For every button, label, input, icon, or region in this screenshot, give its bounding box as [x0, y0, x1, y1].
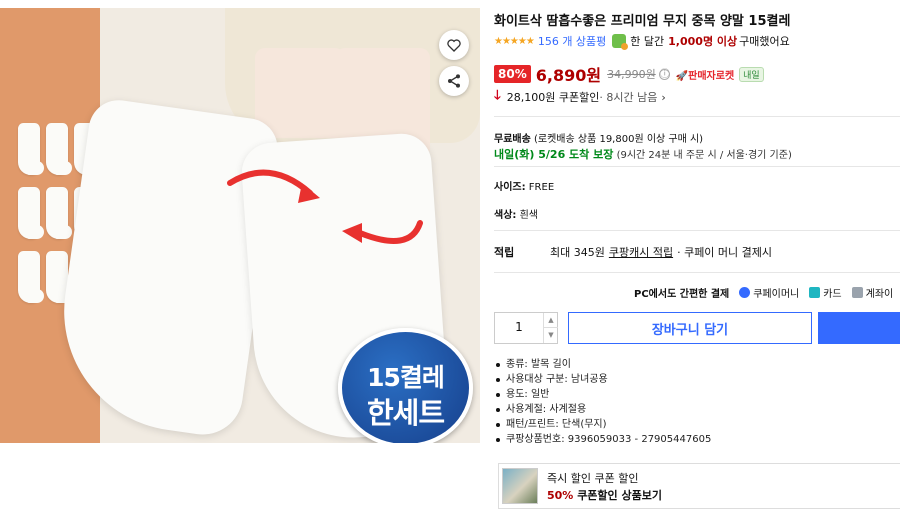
- divider: [494, 116, 900, 117]
- arrival-note: (9시간 24분 내 주문 시 / 서울·경기 기준): [616, 150, 792, 161]
- product-info-panel: 화이트삭 땀흡수좋은 프리미엄 무지 중목 양말 15켤레 ★★★★★ 156 …: [494, 0, 900, 518]
- tomorrow-chip: 내일: [739, 66, 764, 82]
- down-arrow-icon: 🡓: [494, 88, 501, 103]
- heart-icon: [447, 39, 461, 52]
- quantity-up-button[interactable]: ▲: [543, 313, 558, 328]
- discount-badge: 80%: [494, 65, 531, 83]
- chevron-right-icon: ›: [661, 90, 666, 104]
- banner-line1: 즉시 할인 쿠폰 할인: [547, 472, 639, 485]
- pc-payment-label: PC에서도 간편한 결제: [634, 289, 730, 300]
- spec-item: 종류: 발목 길이: [494, 357, 711, 372]
- rating-row: ★★★★★ 156 개 상품평 한 달간 1,000명 이상 구매했어요: [494, 33, 790, 50]
- product-image[interactable]: 15켤레 한세트: [0, 8, 480, 443]
- spec-list: 종류: 발목 길이 사용대상 구분: 남녀공용 용도: 일반 사용계절: 사계절…: [494, 357, 711, 447]
- payment-method-1: 쿠페이머니: [753, 289, 800, 300]
- spec-item: 사용대상 구분: 남녀공용: [494, 372, 711, 387]
- coupon-row[interactable]: 🡓 28,100원 쿠폰할인 · 8시간 남음 ›: [494, 86, 666, 108]
- banner-percent: 50%: [547, 489, 574, 502]
- arrival-eta: 내일(화) 5/26 도착 보장: [494, 148, 614, 161]
- arrival-row: 내일(화) 5/26 도착 보장 (9시간 24분 내 주문 시 / 서울·경기…: [494, 146, 792, 162]
- share-button[interactable]: [439, 66, 469, 96]
- sale-price: 6,890원: [535, 66, 602, 85]
- quantity-value[interactable]: 1: [495, 320, 543, 334]
- add-to-cart-button[interactable]: 장바구니 담기: [568, 312, 812, 344]
- coupon-time-left: · 8시간 남음: [599, 91, 658, 104]
- payment-method-3: 계좌이: [865, 289, 894, 300]
- card-icon: [809, 287, 821, 298]
- banner-thumbnail: [502, 468, 538, 504]
- banner-link-text[interactable]: 쿠폰할인 상품보기: [577, 489, 662, 502]
- quantity-down-button[interactable]: ▼: [543, 328, 558, 343]
- points-link[interactable]: 쿠팡캐시 적립: [609, 244, 673, 260]
- divider: [494, 166, 900, 167]
- divider: [494, 272, 900, 273]
- points-label: 적립: [494, 246, 515, 259]
- original-price: 34,990원: [607, 68, 656, 81]
- spec-item: 용도: 일반: [494, 387, 711, 402]
- stretch-arrows: [227, 169, 423, 244]
- info-icon[interactable]: ⓘ: [658, 68, 670, 80]
- badge-line1: 15켤레: [367, 363, 445, 392]
- share-icon: [448, 74, 460, 88]
- product-title: 화이트삭 땀흡수좋은 프리미엄 무지 중목 양말 15켤레: [494, 14, 791, 29]
- price-row: 80% 6,890원 34,990원 ⓘ 🚀판매자로켓 내일: [494, 62, 764, 86]
- review-count-link[interactable]: 156 개 상품평: [538, 33, 606, 49]
- seller-rocket-label: 🚀판매자로켓: [675, 70, 735, 82]
- points-row: 적립 최대 345원 쿠팡캐시 적립 · 쿠페이 머니 결제시: [494, 244, 772, 260]
- spec-item: 사용계절: 사계절용: [494, 402, 711, 417]
- coupon-amount: 28,100원 쿠폰할인: [506, 91, 600, 104]
- points-suffix: · 쿠페이 머니 결제시: [677, 246, 773, 259]
- size-option[interactable]: 사이즈: FREE: [494, 178, 554, 193]
- bank-icon: [851, 287, 863, 298]
- points-text: 최대 345원: [550, 246, 605, 259]
- leg-left: [255, 48, 345, 138]
- favorite-button[interactable]: [439, 30, 469, 60]
- set-count-badge: 15켤레 한세트: [338, 328, 473, 443]
- spec-item: 패턴/프린트: 단색(무지): [494, 417, 711, 432]
- coupon-banner[interactable]: 즉시 할인 쿠폰 할인 50% 쿠폰할인 상품보기: [498, 463, 900, 509]
- kupay-icon: [739, 287, 751, 298]
- rating-stars: ★★★★★: [494, 35, 535, 47]
- payment-row: PC에서도 간편한 결제 쿠페이머니 카드 계좌이: [634, 285, 893, 300]
- color-label: 색상:: [494, 210, 517, 221]
- buyers-suffix: 구매했어요: [739, 35, 790, 48]
- size-label: 사이즈:: [494, 182, 526, 193]
- banner-line2: 50% 쿠폰할인 상품보기: [547, 487, 662, 503]
- buyers-count: 1,000명 이상: [668, 35, 738, 48]
- buyer-badge-icon: [612, 34, 629, 50]
- badge-line2: 한세트: [366, 396, 445, 430]
- divider: [494, 230, 900, 231]
- size-value: FREE: [528, 182, 555, 193]
- spec-item: 쿠팡상품번호: 9396059033 - 27905447605: [494, 432, 711, 447]
- color-value: 흰색: [519, 210, 538, 221]
- shipping-label: 무료배송: [494, 134, 531, 145]
- shipping-condition: (로켓배송 상품 19,800원 이상 구매 시): [534, 134, 704, 145]
- color-option[interactable]: 색상: 흰색: [494, 206, 538, 221]
- payment-method-2: 카드: [823, 289, 842, 300]
- quantity-stepper[interactable]: 1 ▲ ▼: [494, 312, 558, 344]
- buyers-prefix: 한 달간: [630, 35, 665, 48]
- buy-now-button[interactable]: [818, 312, 900, 344]
- shipping-row: 무료배송 (로켓배송 상품 19,800원 이상 구매 시): [494, 130, 703, 145]
